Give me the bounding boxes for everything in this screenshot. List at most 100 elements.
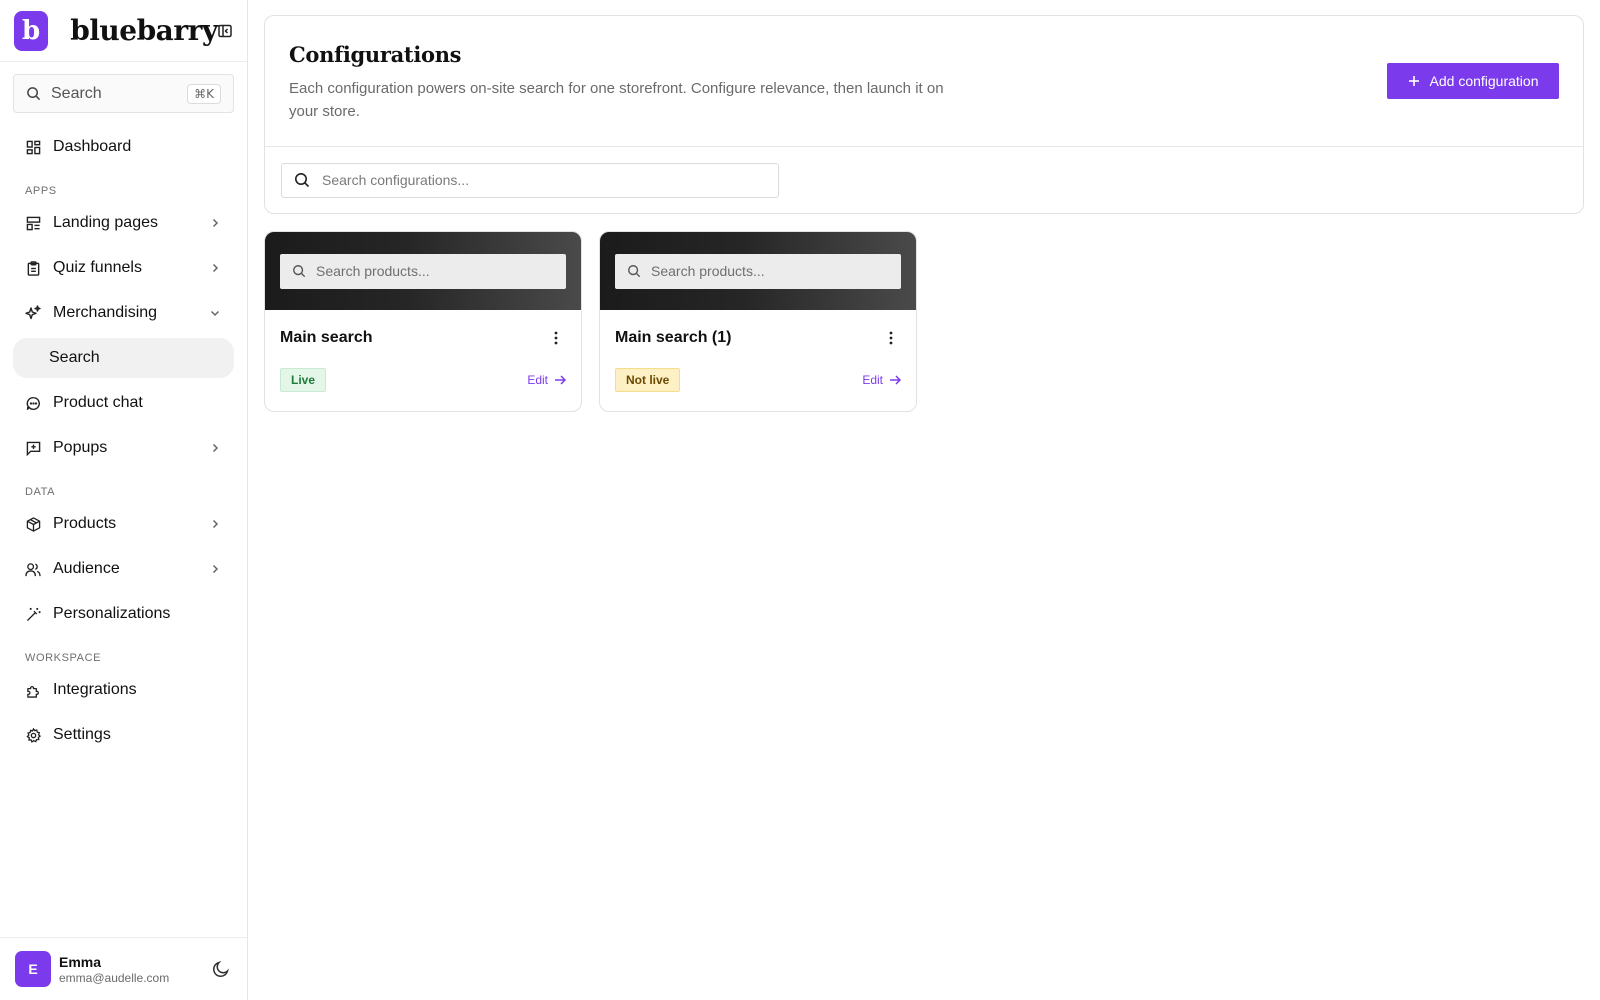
more-vertical-icon[interactable] bbox=[881, 328, 901, 348]
edit-link[interactable]: Edit bbox=[527, 373, 566, 387]
section-label-apps: APPS bbox=[25, 185, 57, 197]
gear-icon bbox=[25, 727, 41, 743]
card-top: Main search bbox=[280, 328, 566, 348]
sidebar-item-merchandising[interactable]: Merchandising bbox=[13, 293, 234, 333]
chevron-down-icon bbox=[208, 306, 222, 320]
search-icon bbox=[27, 87, 41, 101]
sidebar-item-search[interactable]: Search bbox=[13, 338, 234, 378]
card-body: Main search Live Edit bbox=[265, 310, 581, 392]
chevron-right-icon bbox=[208, 562, 222, 576]
sidebar-item-label: Merchandising bbox=[53, 304, 158, 321]
configuration-card[interactable]: Search products... Main search Live Edit bbox=[264, 231, 582, 412]
sidebar-item-label: Search bbox=[49, 349, 100, 366]
add-configuration-button[interactable]: Add configuration bbox=[1387, 63, 1559, 99]
preview-search-bar: Search products... bbox=[280, 253, 566, 289]
sidebar-item-label: Personalizations bbox=[53, 605, 171, 622]
moon-icon[interactable] bbox=[210, 958, 232, 980]
sparkles-icon bbox=[25, 305, 41, 321]
search-icon bbox=[295, 173, 310, 188]
brand-logo[interactable]: b bbox=[14, 10, 49, 51]
magic-wand-icon bbox=[25, 606, 41, 622]
chevron-right-icon bbox=[208, 441, 222, 455]
configuration-card[interactable]: Search products... Main search (1) Not l… bbox=[599, 231, 917, 412]
package-icon bbox=[25, 516, 41, 532]
user-profile-bar: E Emma emma@audelle.com bbox=[0, 937, 247, 1000]
users-icon bbox=[25, 561, 41, 577]
user-name: Emma bbox=[59, 953, 102, 970]
brand-name: bluebarry bbox=[70, 14, 218, 47]
sidebar-item-personalizations[interactable]: Personalizations bbox=[13, 594, 234, 634]
sidebar-item-landing-pages[interactable]: Landing pages bbox=[13, 203, 234, 243]
chevron-right-icon bbox=[208, 261, 222, 275]
section-label-data: DATA bbox=[25, 486, 56, 498]
sidebar-search[interactable]: Search ⌘K bbox=[13, 74, 234, 113]
status-badge: Not live bbox=[615, 368, 681, 392]
status-badge: Live bbox=[280, 368, 327, 392]
dashboard-icon bbox=[25, 139, 41, 155]
more-vertical-icon[interactable] bbox=[546, 328, 566, 348]
main-content: Configurations Each configuration powers… bbox=[248, 0, 1600, 1000]
sidebar-item-label: Audience bbox=[53, 560, 120, 577]
add-configuration-label: Add configuration bbox=[1429, 73, 1539, 89]
sidebar-item-label: Dashboard bbox=[53, 138, 132, 155]
app-root: b bluebarry Search ⌘K Dashboard APPS Lan… bbox=[0, 0, 1600, 1000]
collapse-sidebar-icon[interactable] bbox=[218, 22, 233, 40]
sidebar-item-label: Quiz funnels bbox=[53, 259, 142, 276]
sidebar-item-popups[interactable]: Popups bbox=[13, 428, 234, 468]
sidebar-item-dashboard[interactable]: Dashboard bbox=[13, 127, 234, 167]
sidebar: b bluebarry Search ⌘K Dashboard APPS Lan… bbox=[0, 0, 248, 1000]
search-shortcut-badge: ⌘K bbox=[187, 83, 221, 104]
page-header-text: Configurations Each configuration powers… bbox=[289, 42, 949, 123]
chat-bubble-icon bbox=[25, 395, 41, 411]
card-top: Main search (1) bbox=[615, 328, 901, 348]
plus-icon bbox=[1408, 76, 1419, 86]
sidebar-item-settings[interactable]: Settings bbox=[13, 715, 234, 755]
page-description: Each configuration powers on-site search… bbox=[289, 80, 944, 120]
sidebar-item-label: Settings bbox=[53, 726, 111, 743]
edit-label: Edit bbox=[862, 373, 883, 387]
card-footer: Not live Edit bbox=[615, 368, 901, 392]
card-body: Main search (1) Not live Edit bbox=[600, 310, 916, 392]
avatar[interactable]: E bbox=[15, 951, 51, 987]
chevron-right-icon bbox=[208, 216, 222, 230]
card-preview: Search products... bbox=[600, 232, 916, 310]
arrow-right-icon bbox=[890, 375, 901, 385]
layout-icon bbox=[25, 215, 41, 231]
sidebar-item-integrations[interactable]: Integrations bbox=[13, 670, 234, 710]
chevron-right-icon bbox=[208, 517, 222, 531]
search-placeholder: Search configurations... bbox=[322, 172, 470, 188]
edit-link[interactable]: Edit bbox=[862, 373, 901, 387]
page-header: Configurations Each configuration powers… bbox=[265, 16, 1583, 147]
sidebar-item-audience[interactable]: Audience bbox=[13, 549, 234, 589]
preview-search-placeholder: Search products... bbox=[316, 263, 430, 279]
brand-header: b bluebarry bbox=[0, 0, 247, 62]
sidebar-item-label: Product chat bbox=[53, 394, 143, 411]
card-title: Main search (1) bbox=[615, 329, 732, 346]
sidebar-item-label: Popups bbox=[53, 439, 108, 456]
card-preview: Search products... bbox=[265, 232, 581, 310]
preview-search-bar: Search products... bbox=[615, 253, 901, 289]
page-title: Configurations bbox=[289, 42, 462, 67]
edit-label: Edit bbox=[527, 373, 548, 387]
card-footer: Live Edit bbox=[280, 368, 566, 392]
configurations-search-input[interactable]: Search configurations... bbox=[281, 162, 779, 198]
sidebar-item-label: Landing pages bbox=[53, 214, 158, 231]
message-square-icon bbox=[25, 440, 41, 456]
sidebar-item-products[interactable]: Products bbox=[13, 504, 234, 544]
section-label-workspace: WORKSPACE bbox=[25, 652, 102, 664]
card-title: Main search bbox=[280, 329, 373, 346]
clipboard-icon bbox=[25, 260, 41, 276]
configuration-cards: Search products... Main search Live Edit bbox=[264, 231, 1584, 412]
sidebar-item-product-chat[interactable]: Product chat bbox=[13, 383, 234, 423]
user-meta: Emma emma@audelle.com bbox=[59, 954, 169, 985]
sidebar-item-label: Products bbox=[53, 515, 117, 532]
sidebar-item-quiz-funnels[interactable]: Quiz funnels bbox=[13, 248, 234, 288]
search-icon bbox=[293, 265, 306, 278]
configurations-panel: Configurations Each configuration powers… bbox=[264, 15, 1584, 214]
user-email: emma@audelle.com bbox=[59, 970, 170, 985]
search-icon bbox=[628, 265, 641, 278]
puzzle-icon bbox=[25, 682, 41, 698]
panel-search-row: Search configurations... bbox=[265, 147, 1583, 213]
arrow-right-icon bbox=[555, 375, 566, 385]
preview-search-placeholder: Search products... bbox=[651, 263, 765, 279]
